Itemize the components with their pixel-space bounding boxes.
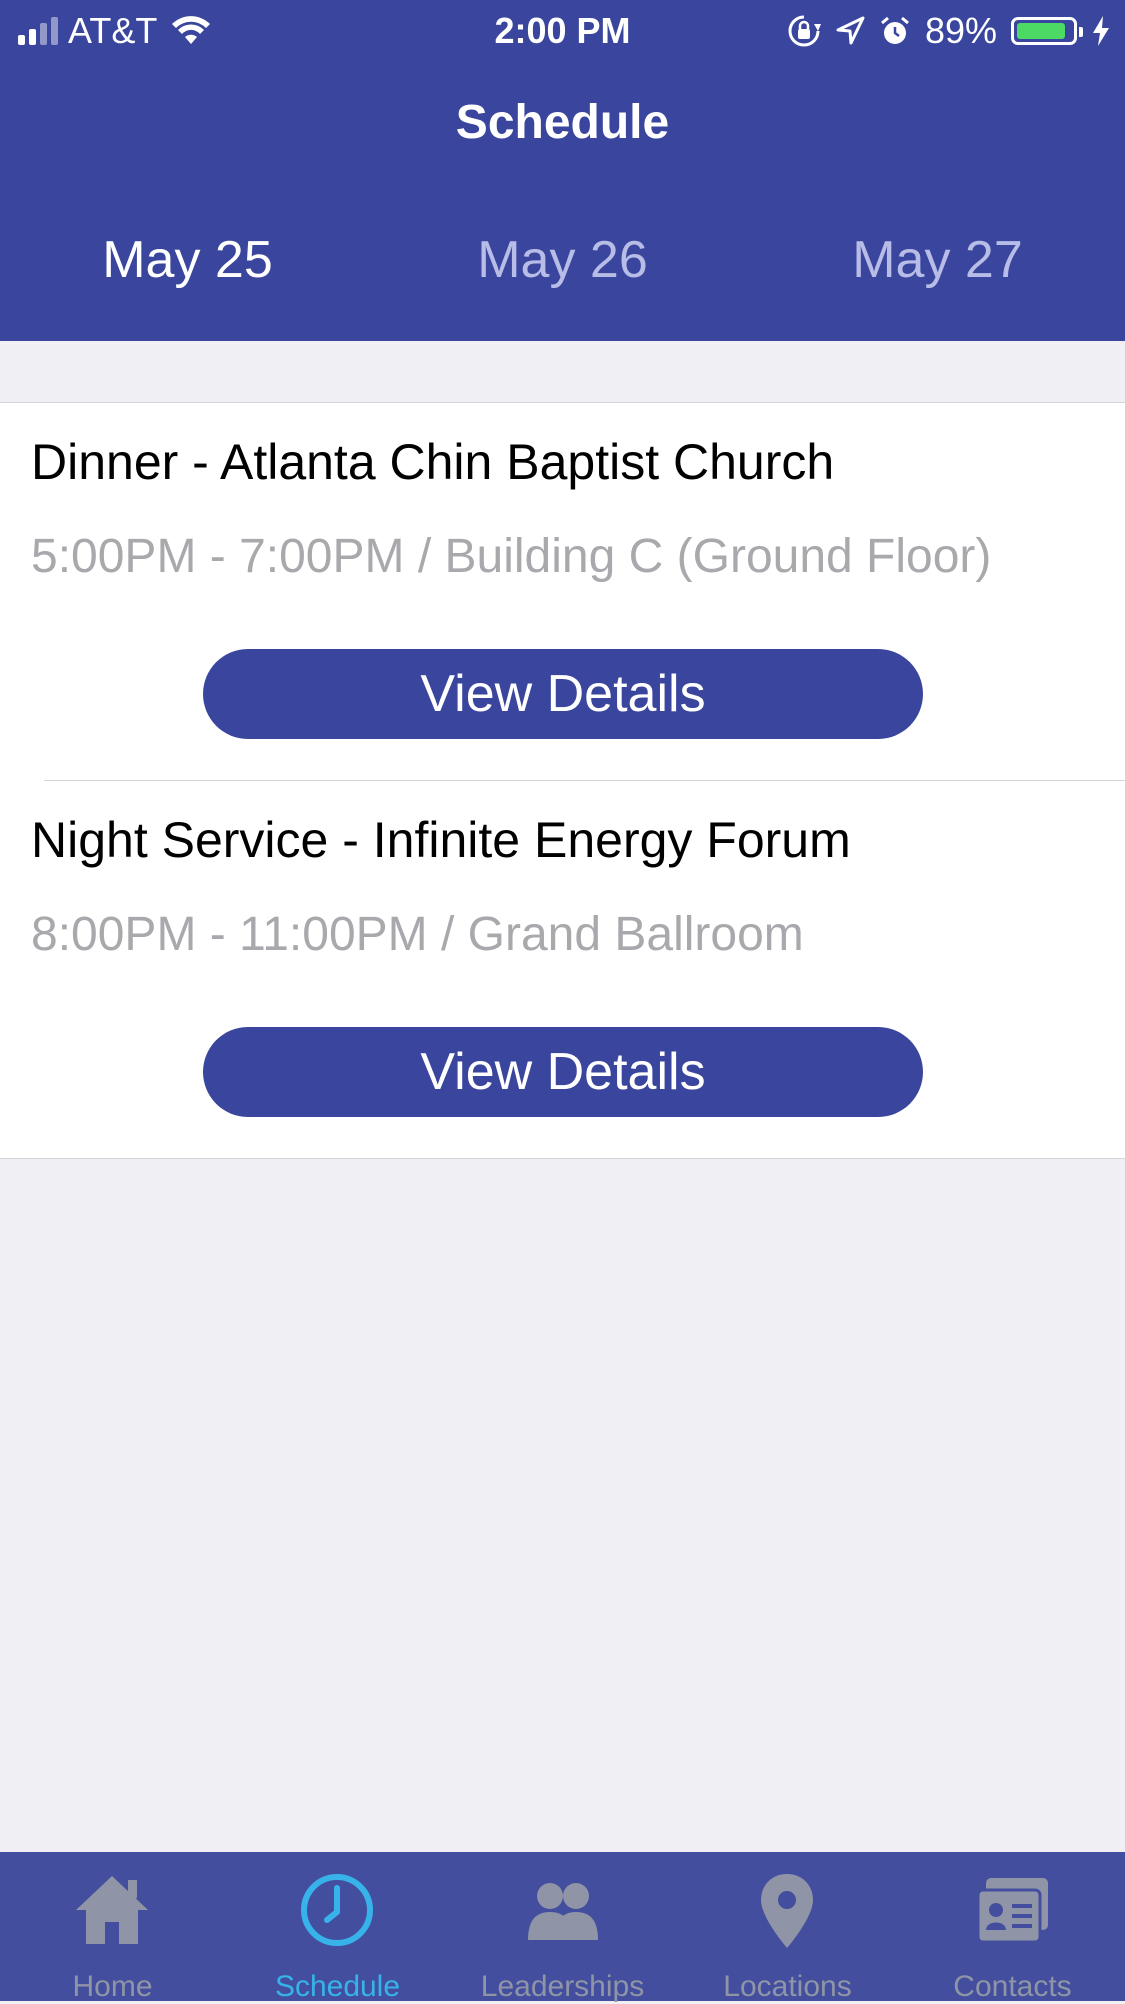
battery-percent: 89%: [924, 10, 997, 51]
event-time-location: 8:00PM - 11:00PM / Grand Ballroom: [31, 908, 804, 961]
event-time-location: 5:00PM - 7:00PM / Building C (Ground Flo…: [31, 530, 992, 583]
view-details-button[interactable]: View Details: [203, 1027, 923, 1117]
date-tabs: May 25 May 26 May 27: [0, 230, 1125, 300]
charging-bolt-icon: [1093, 16, 1109, 46]
orientation-lock-icon: [788, 15, 821, 47]
event-card: Night Service - Infinite Energy Forum 8:…: [0, 781, 1125, 1159]
status-bar: AT&T 2:00 PM 89%: [0, 0, 1125, 60]
date-tab-may-25[interactable]: May 25: [0, 230, 375, 290]
tab-home[interactable]: Home: [0, 1852, 225, 2003]
location-arrow-icon: [836, 16, 865, 45]
battery-icon: [1011, 17, 1083, 45]
tab-contacts[interactable]: Contacts: [900, 1852, 1125, 2003]
clock-icon: [301, 1874, 373, 1946]
tab-label: Home: [72, 1970, 153, 2003]
event-list: Dinner - Atlanta Chin Baptist Church 5:0…: [0, 402, 1125, 1159]
page-title: Schedule: [455, 96, 670, 149]
header: AT&T 2:00 PM 89% Schedule May 25 May 26 …: [0, 0, 1125, 341]
tab-locations[interactable]: Locations: [675, 1852, 900, 2003]
tab-bar: Home Schedule Leaderships Locations Cont…: [0, 1852, 1125, 2003]
view-details-button[interactable]: View Details: [203, 649, 923, 739]
home-icon: [76, 1876, 148, 1944]
contact-card-icon: [976, 1878, 1048, 1944]
tab-label: Locations: [723, 1970, 852, 2003]
people-icon: [528, 1883, 598, 1940]
event-title: Dinner - Atlanta Chin Baptist Church: [31, 434, 835, 490]
tab-schedule[interactable]: Schedule: [225, 1852, 450, 2003]
tab-label: Contacts: [953, 1970, 1072, 2003]
map-pin-icon: [761, 1874, 813, 1948]
date-tab-may-27[interactable]: May 27: [750, 230, 1125, 290]
date-tab-may-26[interactable]: May 26: [375, 230, 750, 290]
tab-label: Leaderships: [480, 1970, 645, 2003]
event-card: Dinner - Atlanta Chin Baptist Church 5:0…: [0, 403, 1125, 781]
tab-label: Schedule: [274, 1970, 401, 2003]
alarm-icon: [880, 16, 909, 44]
event-title: Night Service - Infinite Energy Forum: [31, 812, 851, 868]
tab-leaderships[interactable]: Leaderships: [450, 1852, 675, 2003]
